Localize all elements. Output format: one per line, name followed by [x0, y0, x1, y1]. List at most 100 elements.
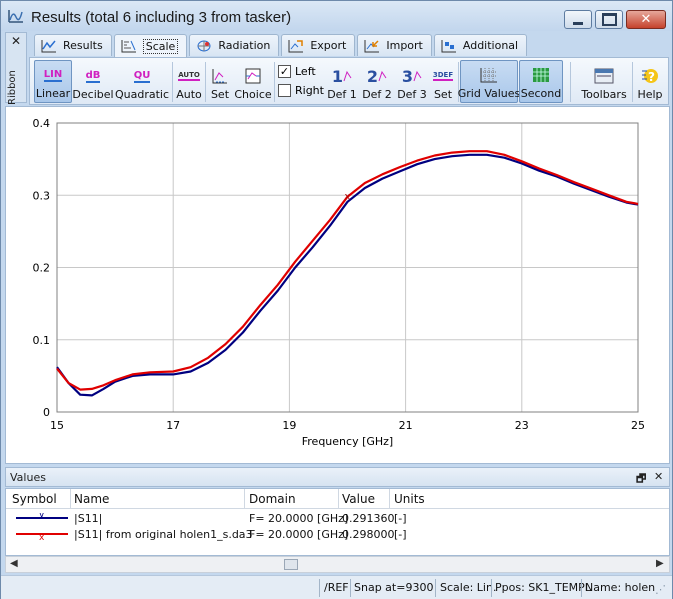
second-grid-button[interactable]: Second — [519, 60, 563, 103]
plot-area[interactable]: 15 17 19 21 23 25 0 0.1 0.2 0.3 0.4 Frequency [GHz]… — [5, 106, 670, 464]
toolbars-label: Toolbars — [581, 88, 627, 101]
scale-toolbar: LIN Linear dB Decibel QU Quadratic AUTO … — [29, 57, 669, 105]
status-separator — [350, 579, 351, 597]
tab-scale[interactable]: Scale — [113, 34, 188, 57]
help-label: Help — [637, 88, 663, 101]
tab-export[interactable]: Export — [281, 34, 356, 56]
right-axis-label: Right — [295, 84, 324, 97]
grid-values-button[interactable]: Grid Values — [457, 60, 521, 103]
choice-button[interactable]: Choice — [234, 60, 272, 103]
column-divider[interactable] — [338, 489, 339, 509]
right-axis-checkbox[interactable] — [278, 84, 291, 97]
set-scale-icon — [211, 66, 229, 86]
choice-icon — [244, 66, 262, 86]
values-panel-close-icon[interactable]: ✕ — [654, 470, 663, 483]
row-2-units: [-] — [394, 528, 407, 541]
tab-results-label: Results — [63, 39, 103, 52]
linear-icon: LIN — [43, 65, 63, 85]
def2-icon-text: 2 — [366, 66, 379, 86]
values-row[interactable]: v |S11| F= 20.0000 [GHz] 0.291360 [-] — [6, 511, 669, 527]
scroll-left-icon[interactable]: ◀ — [10, 558, 18, 569]
def2-button[interactable]: 2 Def 2 — [361, 60, 393, 103]
status-bar: /REF Snap at=9300 Scale: Lin. Ppos: SK1_… — [1, 575, 672, 599]
set-defaults-button[interactable]: 3DEF Set — [430, 60, 456, 103]
status-scale: Scale: Lin. — [440, 581, 497, 594]
def3-button[interactable]: 3 Def 3 — [396, 60, 428, 103]
left-axis-checkbox[interactable]: ✓ — [278, 65, 291, 78]
row-1-units: [-] — [394, 512, 407, 525]
s11-chart[interactable]: 15 17 19 21 23 25 0 0.1 0.2 0.3 0.4 Frequency [GHz]… — [6, 107, 669, 463]
left-axis-checkbox-row[interactable]: ✓ Left — [278, 65, 316, 78]
toolbars-button[interactable]: Toolbars — [580, 60, 628, 103]
column-name[interactable]: Name — [74, 492, 109, 506]
quadratic-label: Quadratic — [114, 88, 170, 101]
export-icon — [288, 39, 304, 52]
linear-button[interactable]: LIN Linear — [34, 60, 72, 103]
values-horizontal-scrollbar[interactable]: ◀ ▶ — [5, 556, 670, 573]
status-ref: /REF — [324, 581, 349, 594]
additional-icon — [441, 39, 456, 52]
tab-scale-label: Scale — [142, 38, 179, 54]
set-defaults-label: Set — [433, 88, 453, 101]
column-units[interactable]: Units — [394, 492, 425, 506]
tab-import[interactable]: Import — [357, 34, 432, 56]
tab-results[interactable]: Results — [34, 34, 112, 56]
second-grid-icon — [531, 65, 551, 85]
column-divider[interactable] — [244, 489, 245, 509]
minimize-button[interactable] — [564, 10, 592, 29]
row-1-symbol: v — [16, 513, 68, 520]
set-defaults-icon: 3DEF — [432, 66, 454, 86]
column-divider[interactable] — [70, 489, 71, 509]
decibel-button[interactable]: dB Decibel — [72, 60, 113, 103]
left-axis-label: Left — [295, 65, 316, 78]
y-tick-label: 0.2 — [33, 262, 51, 275]
ribbon-tabs: Results Scale Radiation Export Import Ad… — [34, 34, 528, 57]
scroll-thumb[interactable] — [284, 559, 298, 570]
results-app-icon — [8, 10, 23, 23]
ribbon-close-icon[interactable]: ✕ — [11, 34, 21, 48]
def3-icon-text: 3 — [401, 66, 414, 86]
auto-icon-text: AUTO — [178, 71, 200, 81]
scale-icon — [121, 40, 136, 53]
grid-values-label: Grid Values — [457, 87, 521, 100]
set-button[interactable]: Set — [208, 60, 232, 103]
help-icon: ? — [641, 66, 659, 86]
x-tick-label: 25 — [631, 419, 645, 432]
values-panel-pin-icon[interactable]: 🗗 — [636, 470, 646, 489]
ribbon-side-panel: ✕ Ribbon — [5, 32, 27, 105]
def3-label: Def 3 — [397, 88, 427, 101]
column-domain[interactable]: Domain — [249, 492, 296, 506]
def1-button[interactable]: 1 Def 1 — [326, 60, 358, 103]
column-value[interactable]: Value — [342, 492, 375, 506]
auto-label: Auto — [176, 88, 202, 101]
column-divider[interactable] — [389, 489, 390, 509]
toolbar-separator — [205, 62, 206, 102]
row-1-domain: F= 20.0000 [GHz] — [249, 512, 349, 525]
resize-grip-icon[interactable]: ⋰ — [655, 583, 666, 596]
def1-label: Def 1 — [327, 88, 357, 101]
x-axis-label: Frequency [GHz] — [302, 435, 393, 448]
values-table-header: Symbol Name Domain Value Units — [6, 489, 669, 509]
tab-radiation[interactable]: Radiation — [189, 34, 280, 56]
tab-additional[interactable]: Additional — [433, 34, 528, 56]
maximize-button[interactable] — [595, 10, 623, 29]
auto-button[interactable]: AUTO Auto — [175, 60, 203, 103]
column-symbol[interactable]: Symbol — [12, 492, 57, 506]
status-snap: Snap at=9300 — [354, 581, 434, 594]
decibel-icon-text: dB — [85, 69, 101, 83]
quadratic-button[interactable]: QU Quadratic — [114, 60, 170, 103]
scroll-right-icon[interactable]: ▶ — [656, 558, 664, 569]
x-tick-label: 17 — [166, 419, 180, 432]
right-axis-checkbox-row[interactable]: Right — [278, 84, 324, 97]
toolbar-separator — [274, 62, 275, 102]
help-button[interactable]: ? Help — [635, 60, 665, 103]
status-separator — [319, 579, 320, 597]
x-tick-label: 19 — [282, 419, 296, 432]
close-button[interactable]: ✕ — [626, 10, 666, 29]
row-1-value: 0.291360 — [342, 512, 395, 525]
grid-values-icon — [479, 65, 499, 85]
def2-icon: 2 — [367, 66, 387, 86]
ribbon-label[interactable]: Ribbon — [7, 55, 18, 105]
second-grid-label: Second — [520, 87, 562, 100]
values-row[interactable]: x |S11| from original holen1_s.da3 F= 20… — [6, 527, 669, 543]
